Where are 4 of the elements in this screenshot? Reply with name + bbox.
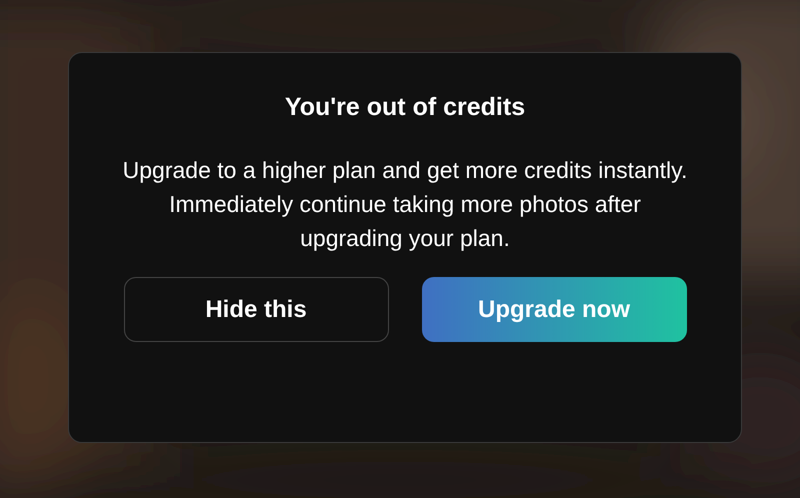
upgrade-button[interactable]: Upgrade now — [422, 277, 686, 342]
hide-button[interactable]: Hide this — [124, 277, 388, 342]
dialog-title: You're out of credits — [284, 92, 526, 123]
dialog-message: Upgrade to a higher plan and get more credits instantly. Immediately continue taking more photos after upgrading your plan. — [122, 156, 688, 253]
